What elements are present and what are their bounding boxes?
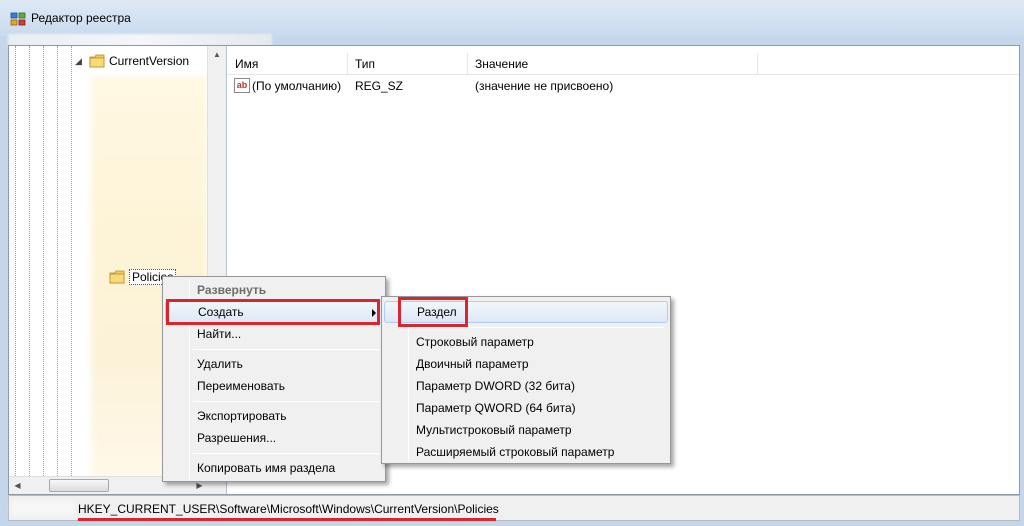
list-header: Имя Тип Значение bbox=[228, 53, 1019, 75]
column-header-value[interactable]: Значение bbox=[468, 53, 758, 75]
obscured-status-prefix bbox=[11, 501, 75, 515]
scroll-thumb[interactable] bbox=[49, 479, 109, 492]
title-bar: Редактор реестра bbox=[0, 0, 1024, 36]
tree-node-currentversion[interactable]: ◢ CurrentVersion bbox=[75, 52, 189, 70]
menu-item-rename[interactable]: Переименовать bbox=[165, 375, 383, 397]
menu-separator bbox=[412, 327, 664, 328]
folder-icon bbox=[109, 270, 125, 284]
tree-guide-line bbox=[57, 46, 58, 476]
menu-separator bbox=[193, 349, 379, 350]
string-value-icon: ab bbox=[234, 78, 250, 93]
value-type: REG_SZ bbox=[355, 79, 404, 93]
collapse-triangle-icon[interactable]: ◢ bbox=[75, 56, 85, 66]
column-header-name[interactable]: Имя bbox=[228, 53, 348, 75]
scroll-up-arrow-icon[interactable]: ▲ bbox=[208, 46, 226, 64]
submenu-item-qword-value[interactable]: Параметр QWORD (64 бита) bbox=[384, 397, 668, 419]
tree-guide-line bbox=[43, 46, 44, 476]
tree-guide-line bbox=[15, 46, 16, 476]
folder-icon bbox=[89, 54, 105, 68]
value-name: (По умолчанию) bbox=[252, 79, 342, 93]
key-path: HKEY_CURRENT_USER\Software\Microsoft\Win… bbox=[78, 502, 499, 516]
table-row[interactable]: ab (По умолчанию) REG_SZ (значение не пр… bbox=[228, 77, 1019, 95]
regedit-icon bbox=[10, 12, 26, 26]
menu-item-permissions[interactable]: Разрешения... bbox=[165, 427, 383, 449]
menu-separator bbox=[193, 401, 379, 402]
submenu-item-string-value[interactable]: Строковый параметр bbox=[384, 331, 668, 353]
tree-label: CurrentVersion bbox=[109, 54, 190, 68]
menu-item-delete[interactable]: Удалить bbox=[165, 353, 383, 375]
menu-item-expand[interactable]: Развернуть bbox=[165, 279, 383, 301]
key-highlight-box bbox=[398, 297, 468, 327]
create-highlight-box bbox=[166, 299, 380, 325]
menu-item-copy-key-name[interactable]: Копировать имя раздела bbox=[165, 457, 383, 479]
menu-item-find[interactable]: Найти... bbox=[165, 323, 383, 345]
submenu-item-dword-value[interactable]: Параметр DWORD (32 бита) bbox=[384, 375, 668, 397]
value-data: (значение не присвоено) bbox=[475, 79, 614, 93]
menu-item-export[interactable]: Экспортировать bbox=[165, 405, 383, 427]
window-title: Редактор реестра bbox=[31, 11, 131, 25]
submenu-item-expandable-string-value[interactable]: Расширяемый строковый параметр bbox=[384, 441, 668, 463]
tree-guide-line bbox=[29, 46, 30, 476]
column-header-type[interactable]: Тип bbox=[348, 53, 468, 75]
menu-separator bbox=[193, 453, 379, 454]
tree-guide-line bbox=[71, 46, 72, 476]
submenu-item-multi-string-value[interactable]: Мультистроковый параметр bbox=[384, 419, 668, 441]
scroll-left-arrow-icon[interactable]: ◀ bbox=[9, 477, 26, 494]
status-bar: HKEY_CURRENT_USER\Software\Microsoft\Win… bbox=[8, 495, 1020, 521]
submenu-item-binary-value[interactable]: Двоичный параметр bbox=[384, 353, 668, 375]
highlight-underline bbox=[78, 518, 496, 521]
